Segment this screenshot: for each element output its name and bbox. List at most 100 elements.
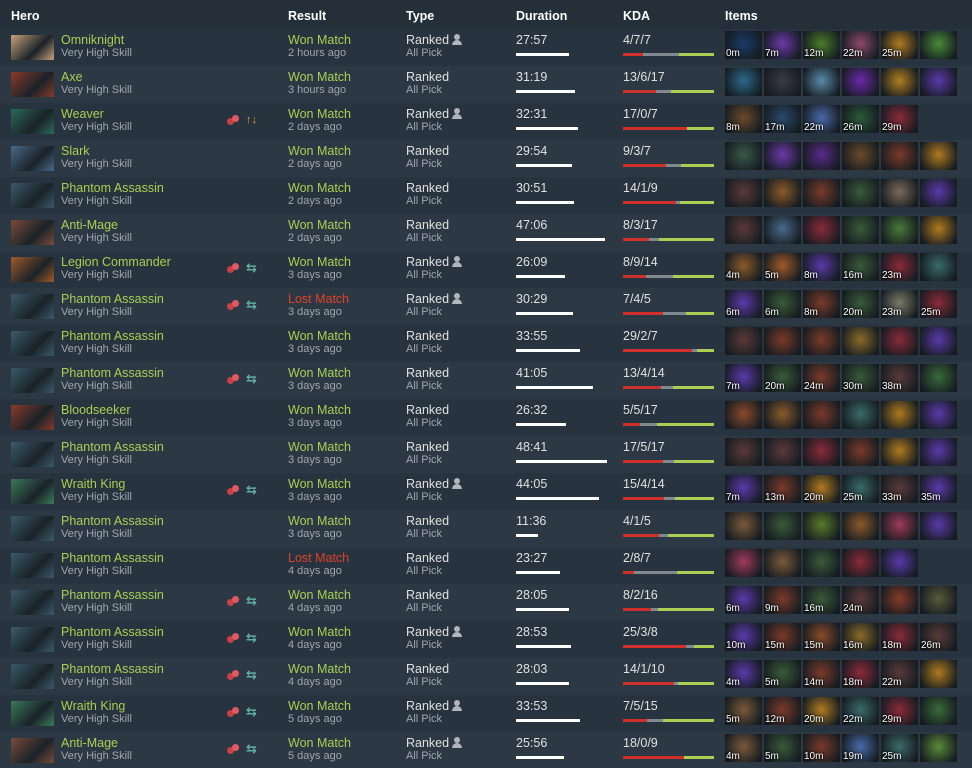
hero-portrait[interactable]	[11, 664, 54, 689]
item-icon[interactable]: 7m	[725, 475, 762, 503]
table-row[interactable]: Phantom Assassin Very High Skill Lost Matc…	[0, 547, 972, 584]
hero-portrait[interactable]	[11, 590, 54, 615]
item-icon[interactable]: 7m	[725, 364, 762, 392]
item-icon[interactable]: 38m	[881, 364, 918, 392]
item-icon[interactable]	[920, 179, 957, 207]
item-icon[interactable]	[920, 697, 957, 725]
item-icon[interactable]: 29m	[881, 697, 918, 725]
table-row[interactable]: Phantom Assassin Very High Skill ⇆ Won Matc…	[0, 362, 972, 399]
item-icon[interactable]	[764, 216, 801, 244]
item-icon[interactable]: 10m	[803, 734, 840, 762]
table-row[interactable]: Phantom Assassin Very High Skill Won Match…	[0, 510, 972, 547]
item-icon[interactable]	[920, 253, 957, 281]
hero-name-link[interactable]: Wraith King	[61, 699, 125, 713]
hero-portrait[interactable]	[11, 701, 54, 726]
item-icon[interactable]	[881, 549, 918, 577]
item-icon[interactable]	[803, 438, 840, 466]
item-icon[interactable]	[725, 401, 762, 429]
item-icon[interactable]	[803, 179, 840, 207]
item-icon[interactable]	[764, 142, 801, 170]
item-icon[interactable]	[803, 549, 840, 577]
item-icon[interactable]: 19m	[842, 734, 879, 762]
hero-portrait[interactable]	[11, 738, 54, 763]
item-icon[interactable]	[920, 401, 957, 429]
table-row[interactable]: Bloodseeker Very High Skill Won Match 3 day…	[0, 399, 972, 436]
item-icon[interactable]: 20m	[803, 475, 840, 503]
item-icon[interactable]	[764, 327, 801, 355]
item-icon[interactable]	[881, 401, 918, 429]
item-icon[interactable]	[764, 401, 801, 429]
item-icon[interactable]: 12m	[803, 31, 840, 59]
hero-name-link[interactable]: Phantom Assassin	[61, 662, 164, 676]
match-result-link[interactable]: Won Match	[288, 33, 351, 47]
table-row[interactable]: Phantom Assassin Very High Skill Won Match…	[0, 325, 972, 362]
item-icon[interactable]: 22m	[881, 660, 918, 688]
item-icon[interactable]	[803, 401, 840, 429]
hero-portrait[interactable]	[11, 294, 54, 319]
item-icon[interactable]: 5m	[764, 734, 801, 762]
hero-name-link[interactable]: Phantom Assassin	[61, 588, 164, 602]
hero-name-link[interactable]: Weaver	[61, 107, 104, 121]
match-result-link[interactable]: Won Match	[288, 255, 351, 269]
table-row[interactable]: Slark Very High Skill Won Match 2 days ago R…	[0, 140, 972, 177]
item-icon[interactable]	[725, 142, 762, 170]
item-icon[interactable]	[920, 364, 957, 392]
table-row[interactable]: Anti-Mage Very High Skill Won Match 2 days …	[0, 214, 972, 251]
item-icon[interactable]	[725, 438, 762, 466]
table-row[interactable]: Weaver Very High Skill ↑↓ Won Match 2 days a…	[0, 103, 972, 140]
hero-name-link[interactable]: Phantom Assassin	[61, 625, 164, 639]
item-icon[interactable]: 25m	[842, 475, 879, 503]
table-row[interactable]: Phantom Assassin Very High Skill ⇆ Lost Mat…	[0, 288, 972, 325]
item-icon[interactable]: 13m	[764, 475, 801, 503]
item-icon[interactable]: 17m	[764, 105, 801, 133]
item-icon[interactable]: 25m	[881, 734, 918, 762]
item-icon[interactable]: 5m	[764, 660, 801, 688]
match-result-link[interactable]: Won Match	[288, 329, 351, 343]
item-icon[interactable]	[803, 216, 840, 244]
item-icon[interactable]: 8m	[803, 253, 840, 281]
item-icon[interactable]	[920, 216, 957, 244]
match-result-link[interactable]: Won Match	[288, 107, 351, 121]
item-icon[interactable]	[842, 179, 879, 207]
item-icon[interactable]	[881, 438, 918, 466]
hero-name-link[interactable]: Wraith King	[61, 477, 125, 491]
item-icon[interactable]: 18m	[881, 623, 918, 651]
header-kda[interactable]: KDA	[623, 9, 650, 23]
match-result-link[interactable]: Won Match	[288, 625, 351, 639]
hero-name-link[interactable]: Phantom Assassin	[61, 181, 164, 195]
table-row[interactable]: Legion Commander Very High Skill ⇆ Won Matc…	[0, 251, 972, 288]
item-icon[interactable]: 26m	[842, 105, 879, 133]
item-icon[interactable]: 25m	[881, 31, 918, 59]
item-icon[interactable]	[842, 327, 879, 355]
table-row[interactable]: Phantom Assassin Very High Skill Won Match…	[0, 177, 972, 214]
item-icon[interactable]	[881, 327, 918, 355]
item-icon[interactable]: 7m	[764, 31, 801, 59]
hero-portrait[interactable]	[11, 146, 54, 171]
item-icon[interactable]	[920, 68, 957, 96]
hero-name-link[interactable]: Phantom Assassin	[61, 514, 164, 528]
item-icon[interactable]: 33m	[881, 475, 918, 503]
item-icon[interactable]	[881, 142, 918, 170]
item-icon[interactable]: 30m	[842, 364, 879, 392]
item-icon[interactable]: 8m	[803, 290, 840, 318]
item-icon[interactable]	[842, 438, 879, 466]
item-icon[interactable]	[881, 586, 918, 614]
hero-name-link[interactable]: Legion Commander	[61, 255, 171, 269]
match-result-link[interactable]: Won Match	[288, 366, 351, 380]
hero-portrait[interactable]	[11, 627, 54, 652]
match-result-link[interactable]: Lost Match	[288, 551, 349, 565]
item-icon[interactable]	[803, 327, 840, 355]
item-icon[interactable]	[725, 549, 762, 577]
hero-name-link[interactable]: Omniknight	[61, 33, 124, 47]
item-icon[interactable]: 24m	[842, 586, 879, 614]
item-icon[interactable]: 6m	[725, 290, 762, 318]
item-icon[interactable]: 26m	[920, 623, 957, 651]
match-result-link[interactable]: Won Match	[288, 699, 351, 713]
item-icon[interactable]	[842, 68, 879, 96]
item-icon[interactable]	[725, 68, 762, 96]
item-icon[interactable]: 18m	[842, 660, 879, 688]
item-icon[interactable]: 14m	[803, 660, 840, 688]
item-icon[interactable]: 25m	[920, 290, 957, 318]
item-icon[interactable]: 5m	[725, 697, 762, 725]
match-result-link[interactable]: Won Match	[288, 181, 351, 195]
